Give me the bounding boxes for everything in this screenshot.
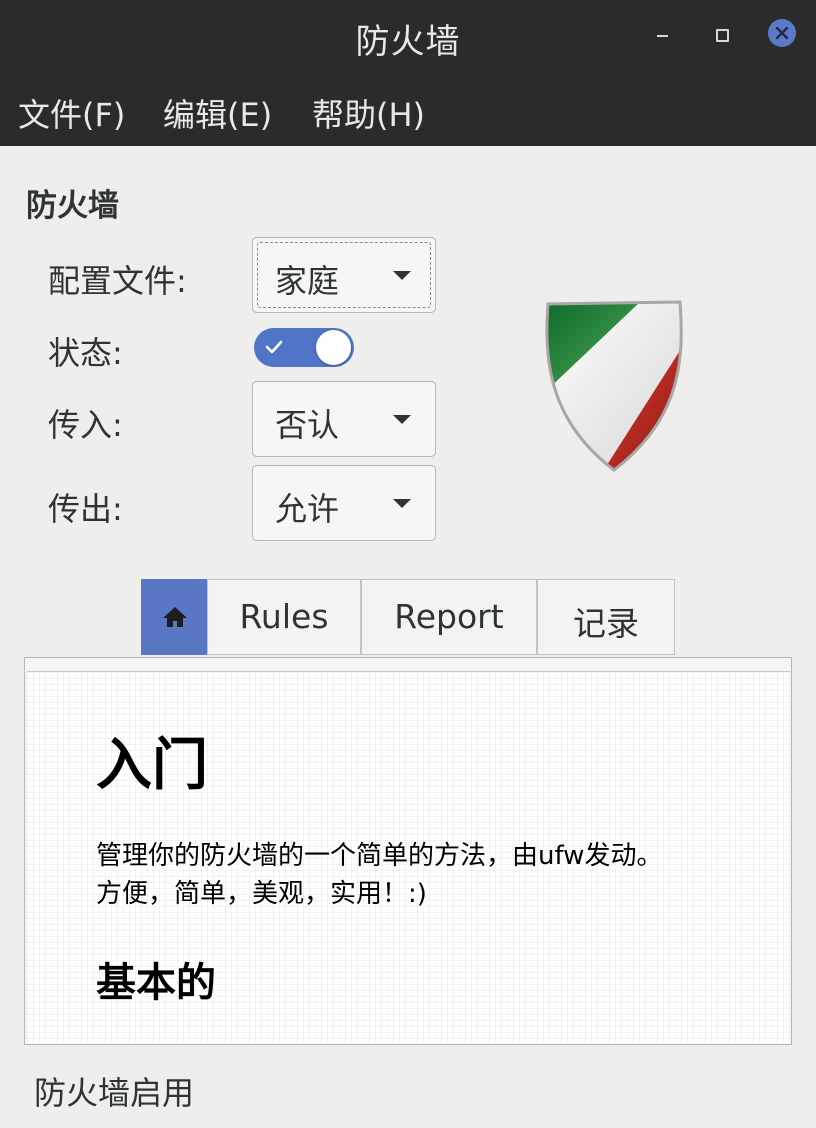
menu-bar: 文件(F) 编辑(E) 帮助(H) xyxy=(0,78,816,146)
outgoing-label: 传出: xyxy=(48,490,123,528)
section-title: 防火墙 xyxy=(26,188,119,224)
check-icon xyxy=(265,340,283,354)
status-toggle[interactable] xyxy=(254,328,354,367)
window-title: 防火墙 xyxy=(355,22,461,62)
incoming-label: 传入: xyxy=(48,406,123,444)
tab-report[interactable]: Report xyxy=(361,579,537,655)
content-subheading: 基本的 xyxy=(96,960,216,1006)
close-icon xyxy=(775,26,789,40)
home-icon xyxy=(163,607,187,627)
content-line-2: 方便，简单，美观，实用！:) xyxy=(96,879,427,909)
tab-rules-label: Rules xyxy=(239,597,329,636)
content-heading: 入门 xyxy=(96,733,208,798)
tab-report-label: Report xyxy=(394,597,504,636)
content-line-1: 管理你的防火墙的一个简单的方法，由ufw发动。 xyxy=(96,841,663,871)
close-button[interactable] xyxy=(768,19,796,47)
maximize-button[interactable] xyxy=(707,20,737,50)
incoming-value: 否认 xyxy=(275,406,340,444)
menu-file[interactable]: 文件(F) xyxy=(18,90,125,136)
tab-log-label: 记录 xyxy=(573,604,639,643)
tab-rules[interactable]: Rules xyxy=(207,579,361,655)
chevron-down-icon xyxy=(393,499,411,508)
outgoing-dropdown[interactable]: 允许 xyxy=(252,465,436,541)
incoming-dropdown[interactable]: 否认 xyxy=(252,381,436,457)
profile-value: 家庭 xyxy=(275,262,340,300)
status-bar-text: 防火墙启用 xyxy=(34,1074,195,1112)
minimize-button[interactable] xyxy=(648,20,678,50)
chevron-down-icon xyxy=(393,415,411,424)
toggle-knob xyxy=(316,330,351,365)
status-label: 状态: xyxy=(48,334,123,372)
menu-help[interactable]: 帮助(H) xyxy=(312,90,425,136)
menu-edit[interactable]: 编辑(E) xyxy=(163,90,272,136)
profile-dropdown[interactable]: 家庭 xyxy=(252,237,436,313)
title-bar[interactable]: 防火墙 xyxy=(0,0,816,78)
outgoing-value: 允许 xyxy=(275,490,340,528)
tab-log[interactable]: 记录 xyxy=(537,579,675,655)
chevron-down-icon xyxy=(393,271,411,280)
profile-label: 配置文件: xyxy=(48,262,187,300)
tab-home[interactable] xyxy=(141,579,207,655)
shield-logo-icon xyxy=(545,300,683,472)
